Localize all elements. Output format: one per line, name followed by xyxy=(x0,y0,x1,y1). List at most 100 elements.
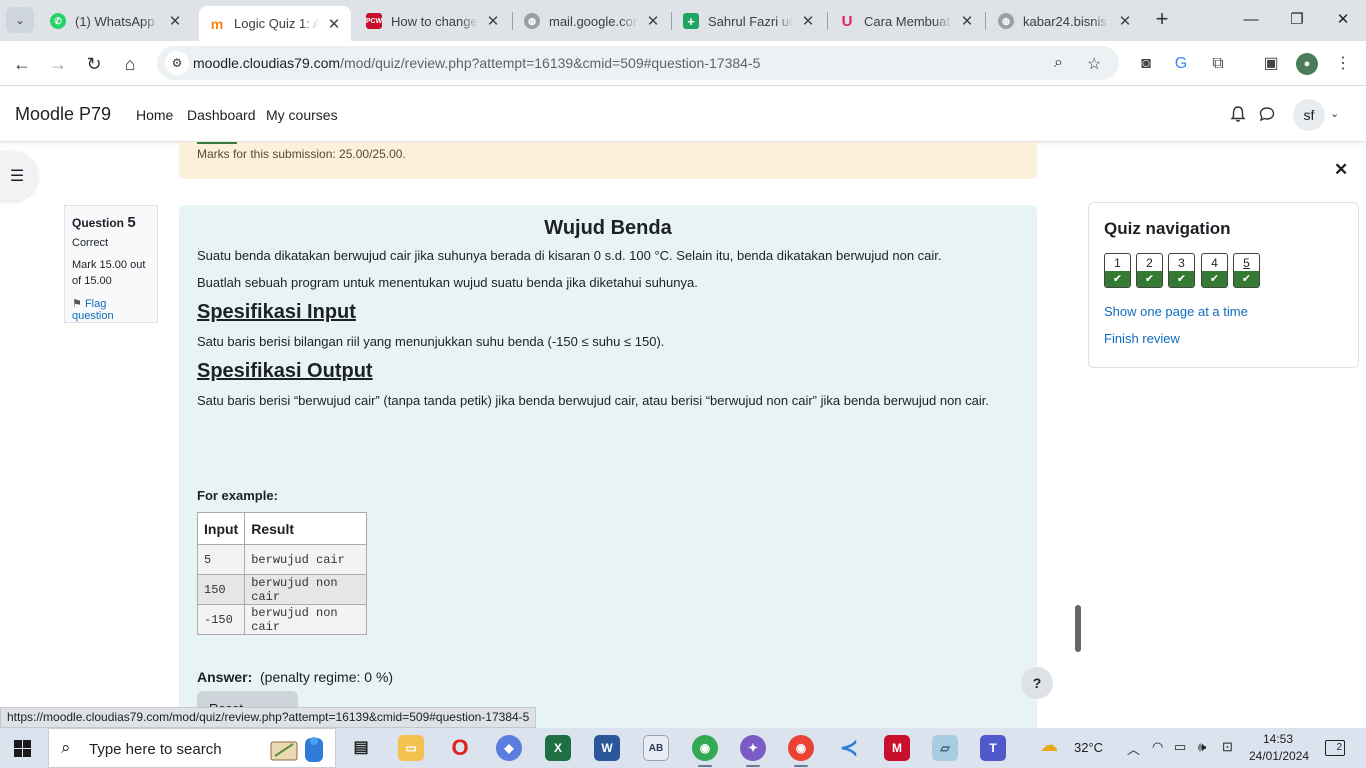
chrome-icon[interactable]: ◉ xyxy=(692,735,718,767)
translate-icon[interactable]: G xyxy=(1170,53,1192,75)
restore-icon[interactable]: ❐ xyxy=(1282,8,1312,32)
camera-icon[interactable]: ◙ xyxy=(1135,53,1157,75)
help-button[interactable]: ? xyxy=(1021,667,1053,699)
notification-bell-icon[interactable] xyxy=(1229,105,1247,123)
tab-sheets[interactable]: + Sahrul Fazri udin ✕ xyxy=(673,7,825,35)
battery-icon[interactable]: ▭ xyxy=(1174,739,1186,755)
quiz-nav-button-5[interactable]: 5 ✔ xyxy=(1233,253,1260,288)
home-icon[interactable]: ⌂ xyxy=(116,50,144,78)
quiz-navigation-block: Quiz navigation 1 ✔ 2 ✔ 3 ✔ 4 ✔ 5 ✔ Show one … xyxy=(1088,202,1359,368)
nav-dashboard[interactable]: Dashboard xyxy=(187,107,256,123)
messages-chat-icon[interactable] xyxy=(1258,105,1276,123)
tab-gmail[interactable]: ◍ mail.google.com ✕ xyxy=(514,7,670,35)
nav-home[interactable]: Home xyxy=(136,107,173,123)
side-panel-icon[interactable]: ▣ xyxy=(1260,53,1282,75)
minimize-icon[interactable]: — xyxy=(1236,8,1266,32)
flag-question-link[interactable]: ⚑ Flag question xyxy=(72,297,150,322)
tab-title: kabar24.bisnis.com xyxy=(1023,13,1110,29)
course-index-drawer-toggle[interactable]: ☰ xyxy=(0,151,38,201)
opera-icon[interactable]: O xyxy=(447,735,473,761)
cell-result: berwujud non cair xyxy=(244,604,368,635)
tab-title: How to change your password xyxy=(391,13,478,29)
dictionary-app-icon[interactable]: AB xyxy=(643,735,669,761)
close-tab-icon[interactable]: ✕ xyxy=(486,12,500,30)
mcafee-icon[interactable]: M xyxy=(884,735,910,761)
windows-taskbar: ⌕ Type here to search ▤ ▭ O ◆ X W AB ◉ ✦… xyxy=(0,728,1366,768)
volume-icon[interactable]: 🕪 xyxy=(1198,739,1206,755)
zoom-search-icon[interactable]: ⌕ xyxy=(1054,54,1063,72)
weather-cloud-icon[interactable]: ☁ xyxy=(1040,735,1058,756)
answer-label: Answer: xyxy=(197,669,253,685)
tray-chevron-up-icon[interactable]: ︿ xyxy=(1127,739,1140,758)
tab-divider xyxy=(827,12,828,30)
penalty-note: (penalty regime: 0 %) xyxy=(260,669,394,685)
close-drawer-icon[interactable]: ✕ xyxy=(1334,160,1348,180)
tab-change-password[interactable]: PCW How to change your password ✕ xyxy=(356,7,510,35)
tab-kabar24[interactable]: ◍ kabar24.bisnis.com ✕ xyxy=(988,7,1142,35)
close-tab-icon[interactable]: ✕ xyxy=(168,12,182,30)
question-paragraph-1: Suatu benda dikatakan berwujud cair jika… xyxy=(197,248,942,263)
language-icon[interactable]: ⊡ xyxy=(1222,739,1233,755)
bookmark-star-icon[interactable]: ☆ xyxy=(1087,54,1101,74)
messenger-icon[interactable]: ✦ xyxy=(740,735,766,767)
close-window-icon[interactable]: ✕ xyxy=(1328,8,1358,32)
tab-search-chevron-icon[interactable]: ⌄ xyxy=(6,7,34,33)
close-tab-icon[interactable]: ✕ xyxy=(327,15,341,33)
windows-start-icon[interactable] xyxy=(14,740,31,757)
excel-icon[interactable]: X xyxy=(545,735,571,761)
question-paragraph-2: Buatlah sebuah program untuk menentukan … xyxy=(197,275,698,290)
browser-toolbar: ← → ↻ ⌂ ⚙ moodle.cloudias79.com/mod/quiz… xyxy=(0,41,1366,86)
teams-icon[interactable]: T xyxy=(980,735,1006,761)
input-spec-text: Satu baris berisi bilangan riil yang men… xyxy=(197,334,665,349)
answer-label-line: Answer: (penalty regime: 0 %) xyxy=(197,669,393,685)
nav-my-courses[interactable]: My courses xyxy=(266,107,338,123)
close-tab-icon[interactable]: ✕ xyxy=(960,12,974,30)
wifi-icon[interactable]: ◠ xyxy=(1152,739,1163,755)
back-arrow-icon[interactable]: ← xyxy=(8,50,36,78)
site-brand[interactable]: Moodle P79 xyxy=(15,104,111,125)
temperature-text[interactable]: 32°C xyxy=(1074,740,1103,755)
close-tab-icon[interactable]: ✕ xyxy=(801,12,815,30)
quiz-nav-button-3[interactable]: 3 ✔ xyxy=(1168,253,1195,288)
chrome-profile-icon[interactable]: ◉ xyxy=(788,735,814,767)
vscode-icon[interactable]: ≺ xyxy=(836,735,862,761)
notification-center-icon[interactable]: 2 xyxy=(1325,740,1345,756)
tab-logic-quiz[interactable]: m Logic Quiz 1: Attempt review ✕ xyxy=(199,6,351,41)
url-text[interactable]: moodle.cloudias79.com/mod/quiz/review.ph… xyxy=(193,55,760,71)
question-info-panel: Question 5 Correct Mark 15.00 out of 15.… xyxy=(64,205,158,323)
submission-feedback: Marks for this submission: 25.00/25.00. xyxy=(179,142,1037,179)
forward-arrow-icon[interactable]: → xyxy=(44,50,72,78)
extensions-puzzle-icon[interactable]: ⧉ xyxy=(1207,53,1229,75)
quiz-nav-button-1[interactable]: 1 ✔ xyxy=(1104,253,1131,288)
site-info-icon[interactable]: ⚙ xyxy=(165,51,189,75)
system-clock[interactable]: 14:53 24/01/2024 xyxy=(1249,731,1309,765)
profile-avatar-icon[interactable]: ● xyxy=(1296,53,1318,75)
reload-icon[interactable]: ↻ xyxy=(80,50,108,78)
example-table: Input Result 5 berwujud cair 150 berwuju… xyxy=(196,512,368,635)
tab-cara-membuat[interactable]: U Cara Membuat T ✕ xyxy=(829,7,984,35)
file-explorer-icon[interactable]: ▭ xyxy=(398,735,424,761)
new-tab-plus-icon[interactable]: + xyxy=(1150,8,1174,32)
address-bar[interactable]: ⚙ moodle.cloudias79.com/mod/quiz/review.… xyxy=(157,46,1119,80)
table-row: 150 berwujud non cair xyxy=(196,574,368,605)
chevron-down-icon[interactable]: ⌄ xyxy=(1330,107,1339,120)
menu-kebab-icon[interactable]: ⋮ xyxy=(1332,53,1354,75)
browser-tab-strip: ⌄ ✆ (1) WhatsApp ✕ m Logic Quiz 1: Attem… xyxy=(0,0,1366,41)
quiz-nav-button-4[interactable]: 4 ✔ xyxy=(1201,253,1228,288)
question-number: Question 5 xyxy=(72,214,150,231)
notes-app-icon[interactable]: ▱ xyxy=(932,735,958,761)
quiz-nav-button-2[interactable]: 2 ✔ xyxy=(1136,253,1163,288)
user-avatar[interactable]: sf xyxy=(1293,99,1325,131)
question-title: Wujud Benda xyxy=(544,217,672,239)
finish-review-link[interactable]: Finish review xyxy=(1104,331,1180,346)
taskbar-search-box[interactable]: ⌕ Type here to search xyxy=(48,728,336,768)
page-scrollbar-thumb[interactable] xyxy=(1075,605,1081,652)
tab-whatsapp[interactable]: ✆ (1) WhatsApp ✕ xyxy=(40,7,192,35)
task-view-icon[interactable]: ▤ xyxy=(348,735,374,761)
check-icon: ✔ xyxy=(1234,271,1259,287)
copilot-icon[interactable]: ◆ xyxy=(496,735,522,761)
close-tab-icon[interactable]: ✕ xyxy=(1118,12,1132,30)
word-icon[interactable]: W xyxy=(594,735,620,761)
close-tab-icon[interactable]: ✕ xyxy=(646,12,660,30)
show-one-page-link[interactable]: Show one page at a time xyxy=(1104,304,1248,319)
